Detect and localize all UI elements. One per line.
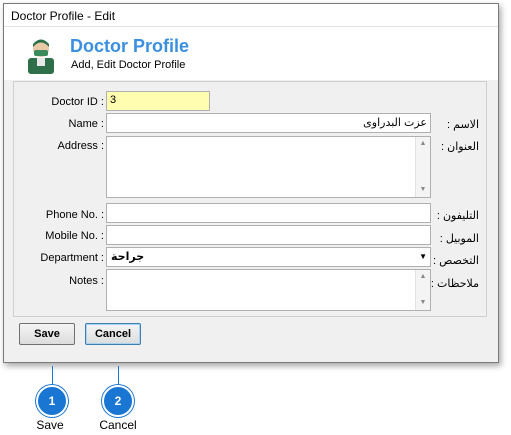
window-title: Doctor Profile - Edit [11, 9, 116, 23]
name-field[interactable]: عزت البدراوى [106, 113, 431, 133]
form-panel: Doctor ID : 3 Name : عزت البدراوى الاسم … [13, 81, 487, 317]
doctor-id-label: Doctor ID : [51, 96, 104, 108]
form-header: Doctor Profile Add, Edit Doctor Profile [4, 27, 498, 80]
callout-badge-1: 1 [36, 385, 68, 417]
notes-label-arabic: ملاحظات : [430, 278, 479, 290]
scroll-down-icon[interactable]: ▼ [416, 297, 430, 309]
doctor-profile-window: Doctor Profile - Edit Doctor Profile Add… [3, 3, 499, 363]
address-label: Address : [57, 140, 104, 152]
notes-field[interactable]: ▲ ▼ [106, 269, 431, 311]
department-select[interactable]: جراحة ▼ [106, 247, 431, 267]
callout-label-save: Save [36, 418, 64, 432]
header-title: Doctor Profile [70, 36, 190, 56]
department-label: Department : [40, 252, 104, 264]
callout-label-cancel: Cancel [99, 418, 137, 432]
mobile-label: Mobile No. : [45, 230, 104, 242]
callout-badge-2: 2 [102, 385, 134, 417]
scroll-up-icon[interactable]: ▲ [416, 138, 430, 150]
dropdown-arrow-icon[interactable]: ▼ [419, 252, 427, 261]
name-label: Name : [68, 118, 104, 130]
notes-label: Notes : [69, 275, 104, 287]
mobile-label-arabic: الموبيل : [439, 233, 479, 245]
mobile-field[interactable] [106, 225, 431, 245]
cancel-button[interactable]: Cancel [85, 323, 141, 345]
title-bar: Doctor Profile - Edit [4, 4, 498, 27]
notes-scrollbar[interactable]: ▲ ▼ [415, 270, 430, 310]
doctor-avatar-icon [28, 39, 54, 74]
header-subtitle: Add, Edit Doctor Profile [71, 59, 186, 71]
doctor-id-field[interactable]: 3 [106, 91, 210, 111]
address-scrollbar[interactable]: ▲ ▼ [415, 137, 430, 197]
scroll-down-icon[interactable]: ▼ [416, 184, 430, 196]
address-label-arabic: العنوان : [441, 141, 479, 153]
address-field[interactable]: ▲ ▼ [106, 136, 431, 198]
department-label-arabic: التخصص : [433, 255, 479, 267]
name-label-arabic: الاسم : [447, 119, 479, 131]
phone-field[interactable] [106, 203, 431, 223]
phone-label: Phone No. : [45, 209, 104, 221]
phone-label-arabic: التليفون : [436, 210, 479, 222]
scroll-up-icon[interactable]: ▲ [416, 271, 430, 283]
save-button[interactable]: Save [19, 323, 75, 345]
department-selected-value: جراحة [111, 251, 145, 263]
